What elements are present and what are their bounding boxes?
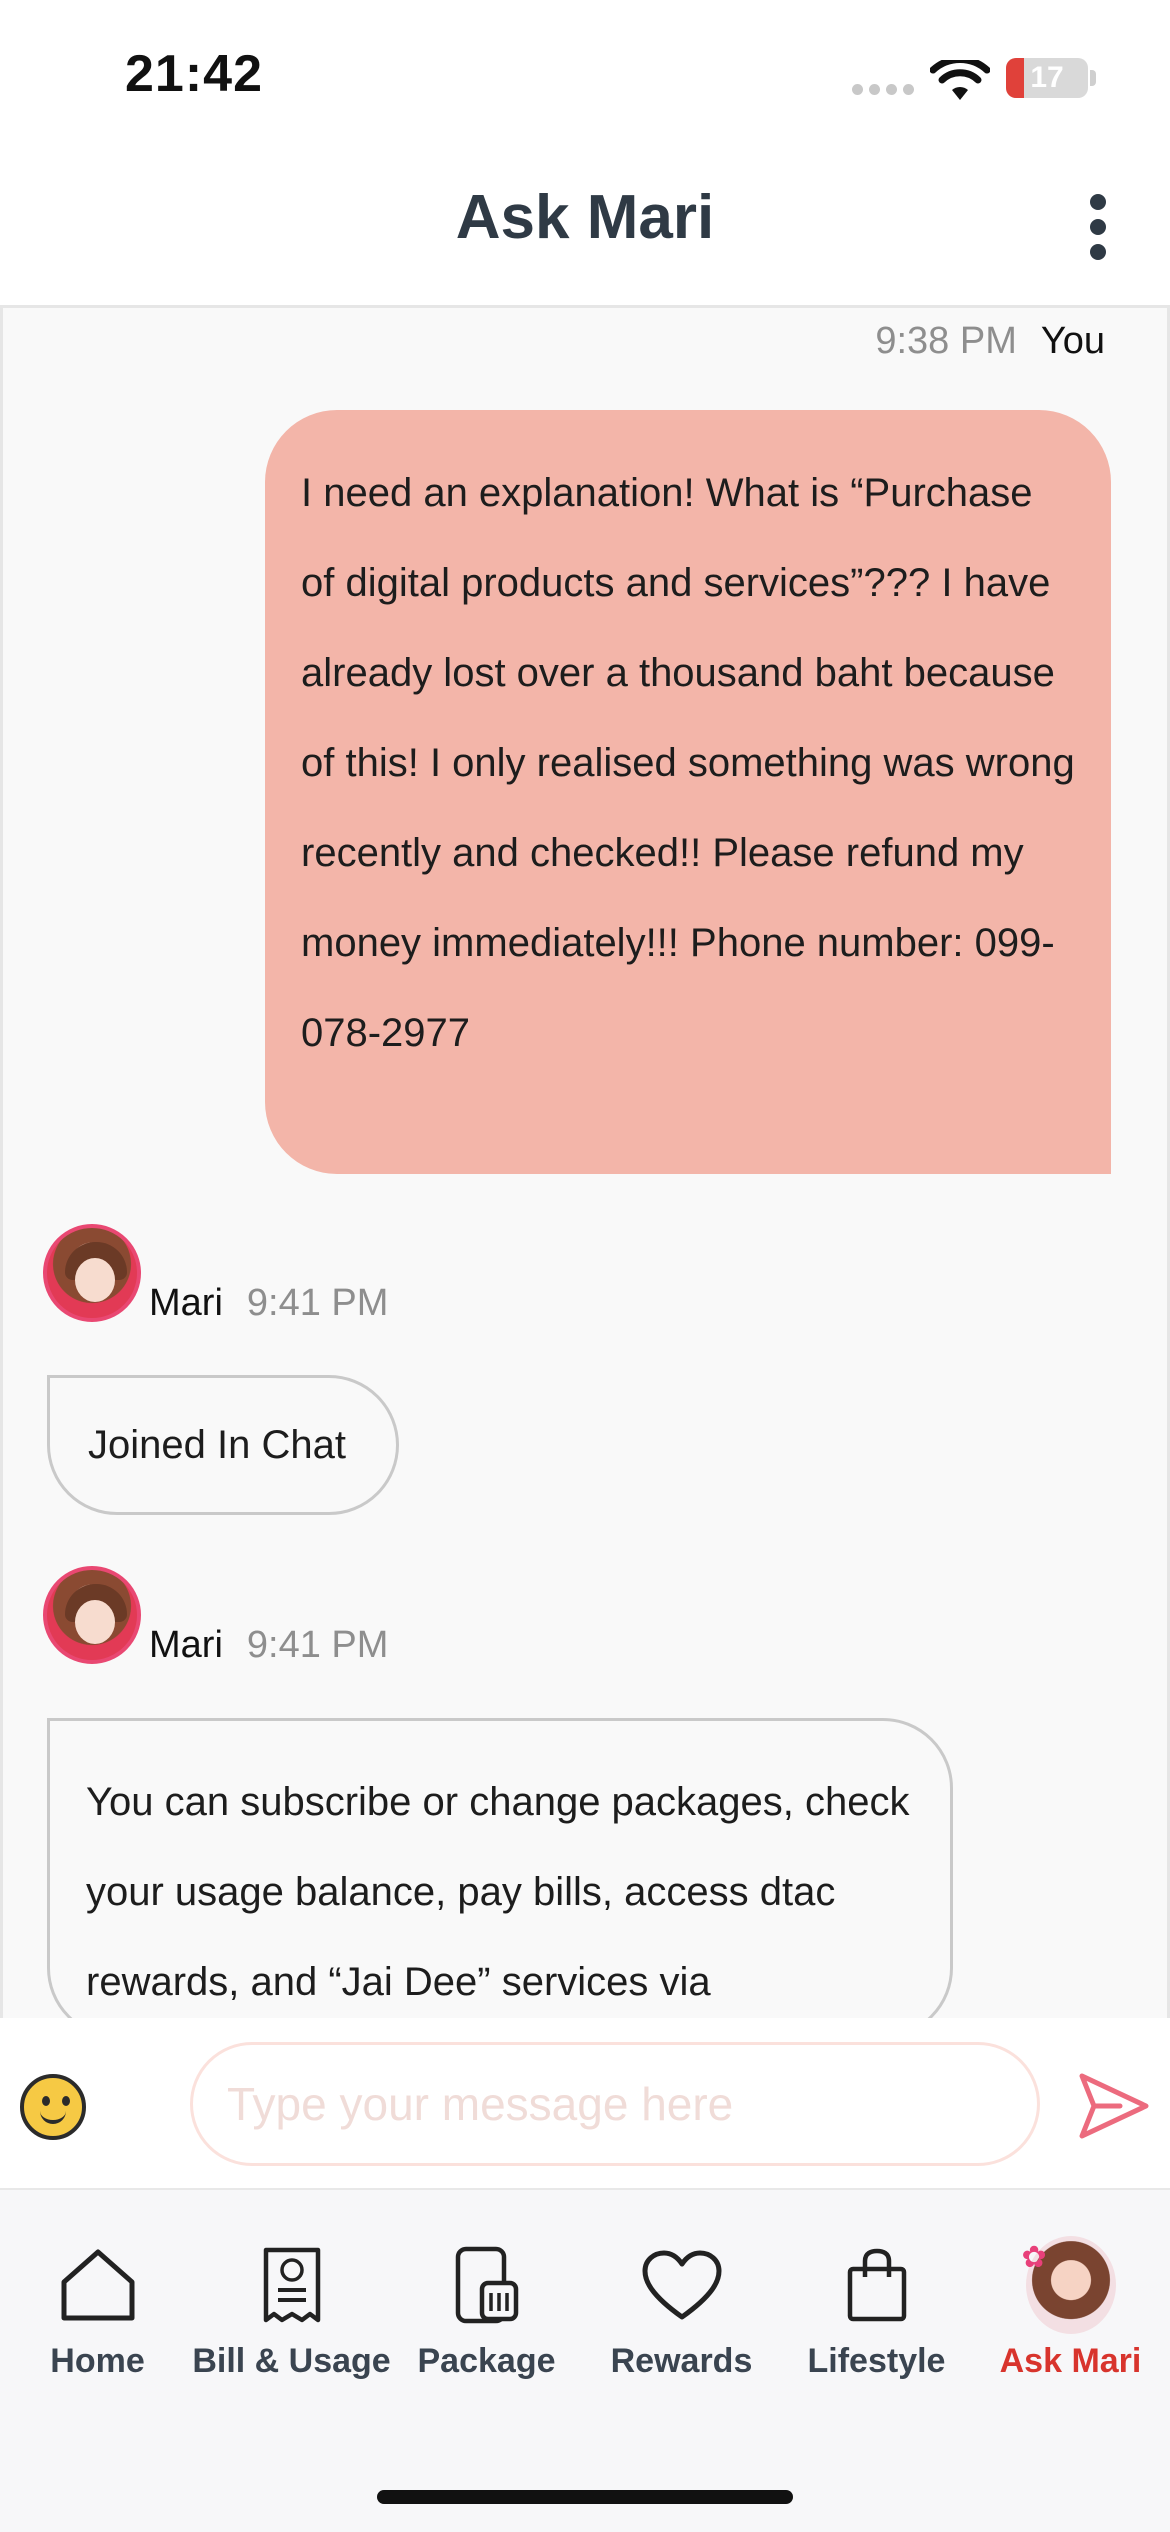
home-indicator <box>377 2490 793 2504</box>
message-time: 9:41 PM <box>246 1624 389 1666</box>
message-input[interactable] <box>190 2042 1040 2166</box>
wifi-icon <box>930 60 990 100</box>
tab-label: Home <box>50 2342 145 2380</box>
user-message-bubble: I need an explanation! What is “Purchase… <box>265 410 1111 1174</box>
battery-icon: 17 <box>1006 58 1088 98</box>
tab-bill-usage[interactable]: Bill & Usage <box>192 2190 391 2420</box>
chat-thread[interactable]: 9:38 PM You I need an explanation! What … <box>0 308 1170 2018</box>
page-title: Ask Mari <box>455 183 715 252</box>
status-bar: 21:42 17 <box>0 0 1170 150</box>
home-icon <box>53 2240 143 2330</box>
tab-label: Package <box>417 2342 556 2380</box>
tab-ask-mari[interactable]: ✿ Ask Mari <box>973 2190 1168 2420</box>
message-sender: Mari <box>149 1282 223 1324</box>
app-header: Ask Mari <box>0 150 1170 308</box>
mari-avatar <box>43 1224 141 1322</box>
mari-avatar <box>43 1566 141 1664</box>
message-time: 9:41 PM <box>246 1282 389 1324</box>
smiley-icon[interactable] <box>20 2074 86 2140</box>
message-sender: Mari <box>149 1624 223 1666</box>
message-composer <box>0 2018 1170 2190</box>
battery-level: 17 <box>1030 61 1064 94</box>
send-icon[interactable] <box>1076 2068 1152 2144</box>
tab-home[interactable]: Home <box>0 2190 195 2420</box>
signal-icon <box>852 84 914 95</box>
tab-label: Rewards <box>610 2342 753 2380</box>
tab-label: Ask Mari <box>999 2342 1142 2380</box>
message-meta: 9:38 PM You <box>875 320 1105 363</box>
message-meta: Mari 9:41 PM <box>149 1624 388 1667</box>
message-sender: You <box>1040 320 1105 362</box>
tab-rewards[interactable]: Rewards <box>584 2190 779 2420</box>
bill-icon <box>247 2240 337 2330</box>
tab-lifestyle[interactable]: Lifestyle <box>779 2190 974 2420</box>
bot-message-bubble: You can subscribe or change packages, ch… <box>47 1718 953 2018</box>
status-time: 21:42 <box>125 45 263 103</box>
bottom-tab-bar: Home Bill & Usage Package Rewards Lifest… <box>0 2190 1170 2532</box>
mari-avatar-icon: ✿ <box>1022 2236 1116 2334</box>
tab-package[interactable]: Package <box>389 2190 584 2420</box>
more-vertical-icon[interactable] <box>1080 194 1116 260</box>
shopping-bag-icon <box>832 2240 922 2330</box>
tab-label: Lifestyle <box>807 2342 946 2380</box>
message-meta: Mari 9:41 PM <box>149 1282 388 1325</box>
message-time: 9:38 PM <box>875 320 1017 362</box>
tab-label: Bill & Usage <box>192 2342 391 2380</box>
sim-card-icon <box>442 2240 532 2330</box>
bot-message-bubble: Joined In Chat <box>47 1375 399 1515</box>
heart-icon <box>637 2240 727 2330</box>
